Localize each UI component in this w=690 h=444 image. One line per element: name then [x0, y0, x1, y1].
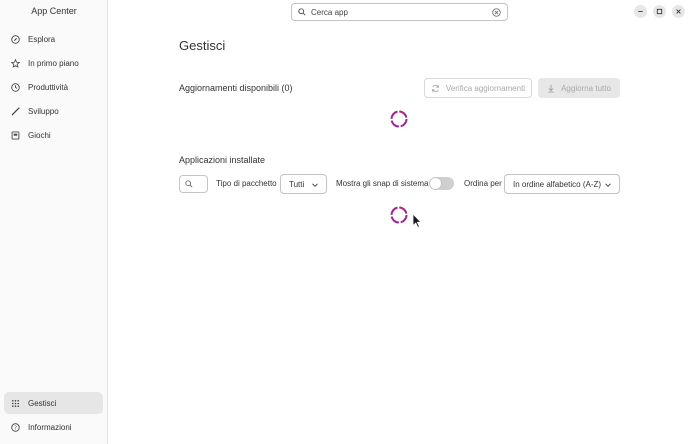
sidebar-item-label: Giochi: [28, 130, 51, 140]
search-placeholder: Cerca app: [311, 7, 348, 17]
sort-value: In ordine alfabetico (A-Z): [513, 179, 602, 189]
sidebar-item-gestisci[interactable]: Gestisci: [4, 392, 103, 414]
sidebar-item-giochi[interactable]: Giochi: [4, 124, 103, 146]
grid-icon: [11, 399, 20, 408]
minimize-icon: [638, 11, 643, 12]
close-icon: [676, 9, 681, 14]
sidebar-item-label: Gestisci: [28, 398, 57, 408]
sidebar-item-produttivita[interactable]: Produttività: [4, 76, 103, 98]
maximize-button[interactable]: [653, 5, 666, 18]
search-icon: [298, 8, 306, 16]
sidebar-item-sviluppo[interactable]: Sviluppo: [4, 100, 103, 122]
sidebar-item-label: Sviluppo: [28, 106, 59, 116]
minimize-button[interactable]: [634, 5, 647, 18]
search-input[interactable]: Cerca app: [291, 3, 508, 21]
mouse-cursor-icon: [412, 213, 422, 229]
package-type-dropdown[interactable]: Tutti: [280, 174, 327, 194]
sidebar-item-in-primo-piano[interactable]: In primo piano: [4, 52, 103, 74]
wrench-icon: [11, 106, 20, 116]
maximize-icon: [656, 8, 663, 15]
close-button[interactable]: [672, 5, 685, 18]
update-icon: [547, 84, 555, 93]
chevron-down-icon: [311, 181, 319, 189]
gamepad-icon: [11, 130, 20, 140]
refresh-icon: [431, 84, 440, 93]
toggle-knob: [430, 178, 441, 189]
update-all-button[interactable]: Aggiorna tutto: [538, 78, 620, 98]
installed-title: Applicazioni installate: [179, 155, 266, 165]
chevron-down-icon: [604, 181, 612, 189]
compass-icon: [11, 34, 20, 44]
loading-spinner: [390, 110, 408, 128]
sidebar-item-label: Esplora: [28, 34, 56, 44]
clock-icon: [11, 82, 20, 92]
page-title: Gestisci: [179, 38, 226, 53]
help-icon: ?: [11, 422, 20, 432]
package-type-label: Tipo di pacchetto: [216, 179, 277, 188]
svg-text:?: ?: [14, 425, 17, 431]
check-updates-button[interactable]: Verifica aggiornamenti: [424, 78, 532, 98]
sort-dropdown[interactable]: In ordine alfabetico (A-Z): [504, 174, 620, 194]
star-icon: [11, 58, 20, 68]
sidebar-item-label: Produttività: [28, 82, 69, 92]
sidebar-item-esplora[interactable]: Esplora: [4, 28, 103, 50]
check-updates-label: Verifica aggiornamenti: [445, 83, 526, 93]
show-system-snaps-label: Mostra gli snap di sistema: [336, 179, 429, 188]
sidebar-item-label: Informazioni: [28, 422, 72, 432]
app-title: App Center: [31, 6, 77, 16]
clear-icon[interactable]: [492, 8, 501, 17]
system-snaps-toggle[interactable]: [429, 177, 454, 190]
update-all-label: Aggiorna tutto: [561, 83, 611, 93]
installed-search-input[interactable]: [179, 175, 208, 193]
sidebar-item-informazioni[interactable]: ? Informazioni: [4, 416, 103, 438]
sort-label: Ordina per: [464, 179, 502, 188]
updates-title: Aggiornamenti disponibili (0): [179, 83, 293, 93]
package-type-value: Tutti: [289, 179, 305, 189]
sidebar: App Center Esplora In primo piano Produt…: [0, 0, 108, 444]
search-icon: [185, 180, 193, 188]
sidebar-item-label: In primo piano: [28, 58, 79, 68]
loading-spinner: [390, 206, 408, 224]
